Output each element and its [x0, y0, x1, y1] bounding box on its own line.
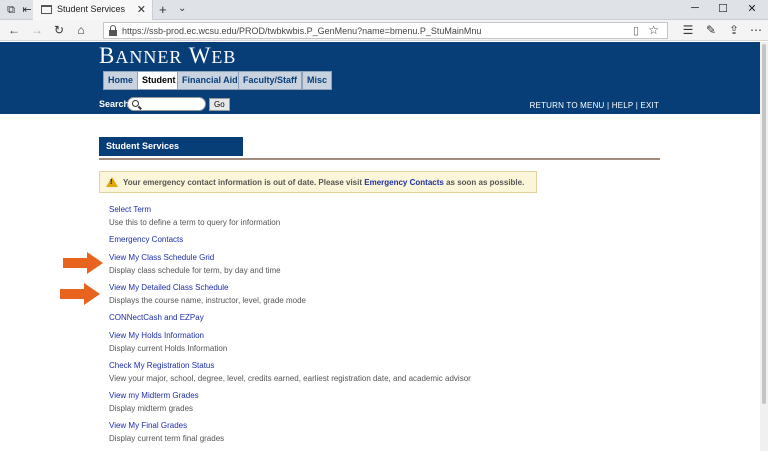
reading-view-icon[interactable]: ▯: [633, 24, 639, 37]
minimize-icon[interactable]: ─: [688, 2, 702, 14]
item-description: Displays the course name, instructor, le…: [109, 296, 306, 305]
notes-icon[interactable]: ✎: [703, 23, 719, 37]
holds-information-link[interactable]: View My Holds Information: [109, 331, 227, 340]
search-input[interactable]: [127, 97, 206, 111]
midterm-grades-link[interactable]: View my Midterm Grades: [109, 391, 199, 400]
item-description: Display midterm grades: [109, 404, 194, 413]
pointer-arrow-icon: [63, 252, 103, 274]
close-window-icon[interactable]: ✕: [745, 2, 759, 15]
class-schedule-grid-link[interactable]: View My Class Schedule Grid: [109, 253, 281, 262]
forward-icon[interactable]: →: [29, 23, 45, 38]
back-icon[interactable]: ←: [6, 23, 22, 38]
list-item: View My Holds Information Display curren…: [109, 331, 227, 353]
divider: [99, 158, 660, 160]
emergency-contacts-warning-link[interactable]: Emergency Contacts: [364, 178, 444, 187]
set-aside-tabs-icon[interactable]: ⇤: [20, 3, 34, 17]
go-button[interactable]: Go: [209, 98, 230, 111]
list-item: View My Final Grades Display current ter…: [109, 421, 224, 443]
tab-student[interactable]: Student: [137, 71, 181, 90]
banner-web-logo: BANNER WEB: [99, 43, 237, 68]
help-link[interactable]: HELP: [612, 101, 634, 110]
list-item: Check My Registration Status View your m…: [109, 361, 471, 383]
list-item: View my Midterm Grades Display midterm g…: [109, 391, 199, 413]
page-icon: [41, 5, 52, 14]
final-grades-link[interactable]: View My Final Grades: [109, 421, 224, 430]
search-label: Search: [99, 99, 130, 109]
scrollbar-thumb[interactable]: [762, 44, 766, 404]
home-icon[interactable]: ⌂: [73, 23, 89, 38]
warning-banner: ! Your emergency contact information is …: [99, 171, 537, 193]
browser-tab[interactable]: Student Services ✕: [33, 0, 153, 20]
list-item: View My Class Schedule Grid Display clas…: [109, 253, 281, 275]
favorites-icon[interactable]: ☰: [680, 23, 696, 37]
tab-faculty-staff[interactable]: Faculty/Staff: [238, 71, 303, 90]
maximize-icon[interactable]: ☐: [716, 2, 730, 15]
list-item: Select Term Use this to define a term to…: [109, 205, 280, 227]
item-description: Use this to define a term to query for i…: [109, 218, 281, 227]
browser-tab-bar: ⧉ ⇤ Student Services ✕ + ⌄ ─ ☐ ✕: [0, 0, 768, 20]
registration-status-link[interactable]: Check My Registration Status: [109, 361, 471, 370]
detailed-class-schedule-link[interactable]: View My Detailed Class Schedule: [109, 283, 306, 292]
item-description: Display current term final grades: [109, 434, 225, 443]
refresh-icon[interactable]: ↻: [51, 23, 67, 38]
warning-text: Your emergency contact information is ou…: [123, 178, 525, 187]
top-links: RETURN TO MENU | HELP | EXIT: [529, 101, 659, 110]
list-item: Emergency Contacts: [109, 235, 183, 244]
scrollbar[interactable]: [760, 42, 768, 451]
select-term-link[interactable]: Select Term: [109, 205, 280, 214]
tab-title: Student Services: [57, 4, 126, 14]
return-to-menu-link[interactable]: RETURN TO MENU: [530, 101, 605, 110]
lock-icon: [109, 25, 117, 36]
exit-link[interactable]: EXIT: [640, 101, 659, 110]
favorite-star-icon[interactable]: ☆: [648, 23, 659, 37]
address-bar[interactable]: https://ssb-prod.ec.wcsu.edu/PROD/twbkwb…: [103, 22, 668, 39]
banner-header: BANNER WEB Home Student Financial Aid Fa…: [0, 42, 768, 114]
address-url: https://ssb-prod.ec.wcsu.edu/PROD/twbkwb…: [122, 26, 482, 36]
tab-financial-aid[interactable]: Financial Aid: [177, 71, 243, 90]
page-title: Student Services: [99, 137, 243, 156]
tab-misc[interactable]: Misc: [302, 71, 333, 90]
emergency-contacts-link[interactable]: Emergency Contacts: [109, 235, 183, 244]
list-item: View My Detailed Class Schedule Displays…: [109, 283, 306, 305]
browser-nav-bar: ← → ↻ ⌂ https://ssb-prod.ec.wcsu.edu/PRO…: [0, 20, 768, 41]
pointer-arrow-icon: [60, 283, 100, 305]
item-description: Display class schedule for term, by day …: [109, 266, 281, 275]
tab-home[interactable]: Home: [103, 71, 139, 90]
new-tab-icon[interactable]: +: [159, 2, 167, 17]
tab-actions-icon[interactable]: ⧉: [4, 3, 18, 17]
share-icon[interactable]: ⇪: [726, 23, 742, 37]
item-description: View your major, school, degree, level, …: [109, 374, 471, 383]
close-tab-icon[interactable]: ✕: [137, 3, 146, 16]
list-item: CONNectCash and EZPay: [109, 313, 204, 322]
item-description: Display current Holds Information: [109, 344, 228, 353]
tab-list-chevron-icon[interactable]: ⌄: [178, 3, 186, 14]
connectcash-ezpay-link[interactable]: CONNectCash and EZPay: [109, 313, 204, 322]
more-icon[interactable]: ⋯: [748, 23, 764, 37]
